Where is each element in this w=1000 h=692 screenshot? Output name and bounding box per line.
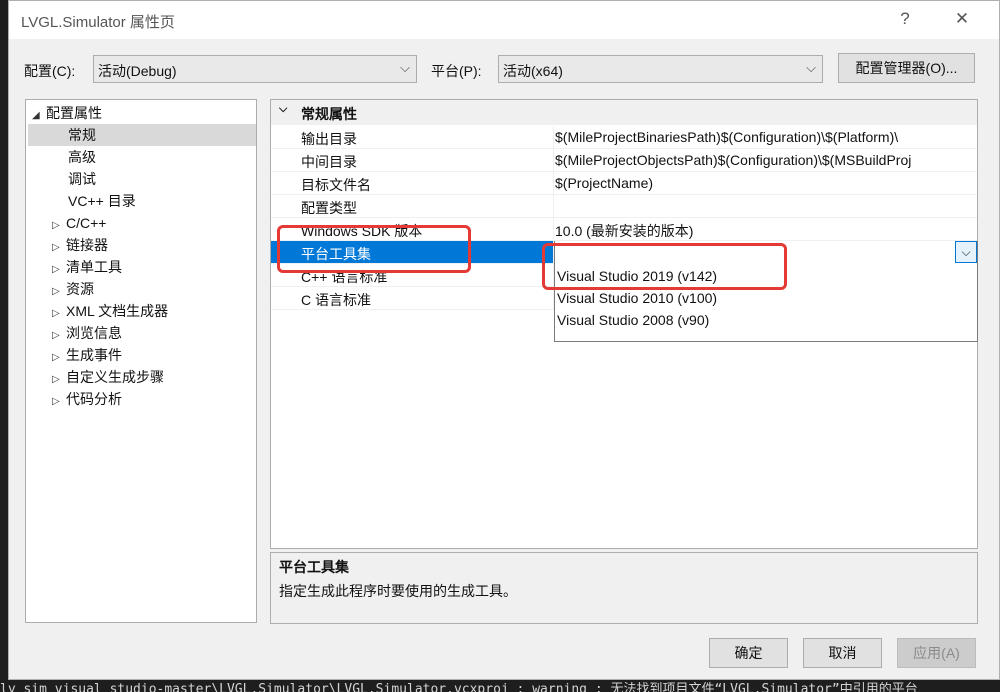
tree-item-label: C/C++ <box>66 215 107 231</box>
title-bar: LVGL.Simulator 属性页 ? ✕ <box>9 1 999 39</box>
category-header[interactable]: ⌵ 常规属性 <box>271 100 977 125</box>
dropdown-option[interactable]: Visual Studio 2010 (v100) <box>557 290 717 306</box>
config-select-value: 活动(Debug) <box>98 63 177 79</box>
property-name: C 语言标准 <box>301 292 371 308</box>
property-value[interactable]: $(ProjectName) <box>555 175 653 191</box>
platform-select-value: 活动(x64) <box>503 63 563 79</box>
tree-item-label: 高级 <box>68 149 96 165</box>
tree-item-label: 资源 <box>66 281 94 297</box>
property-pages-dialog: LVGL.Simulator 属性页 ? ✕ 配置(C): 活动(Debug) … <box>8 0 1000 680</box>
dropdown-option[interactable]: Visual Studio 2008 (v90) <box>557 312 709 328</box>
ok-button[interactable]: 确定 <box>709 638 788 668</box>
property-row[interactable]: 输出目录 $(MileProjectBinariesPath)$(Configur… <box>271 126 977 149</box>
tree-item-label: 常规 <box>68 127 96 143</box>
tree-item-label: 生成事件 <box>66 347 122 363</box>
chevron-down-icon: ⌵ <box>400 60 410 75</box>
tree-item[interactable]: ▷ 生成事件 <box>52 344 122 366</box>
description-title: 平台工具集 <box>279 559 349 575</box>
config-manager-button[interactable]: 配置管理器(O)... <box>838 53 975 83</box>
property-value[interactable]: $(MileProjectBinariesPath)$(Configuratio… <box>555 129 898 145</box>
property-value[interactable]: 10.0 (最新安装的版本) <box>555 221 693 241</box>
tree-item-label: XML 文档生成器 <box>66 303 169 319</box>
console-line: ly sim visual studio-master\LVGL.Simulat… <box>0 682 918 692</box>
tree-root[interactable]: ◢ 配置属性 <box>32 102 102 124</box>
description-panel: 平台工具集 指定生成此程序时要使用的生成工具。 <box>270 552 978 624</box>
category-label: 常规属性 <box>301 106 357 122</box>
tree-item[interactable]: ▷ 资源 <box>52 278 94 300</box>
cancel-button[interactable]: 取消 <box>803 638 882 668</box>
tree-item[interactable]: ▷ C/C++ <box>52 212 106 234</box>
tree-item[interactable]: ▷ 代码分析 <box>52 388 122 410</box>
property-row[interactable]: 中间目录 $(MileProjectObjectsPath)$(Configura… <box>271 149 977 172</box>
chevron-down-icon[interactable]: ⌵ <box>279 103 287 116</box>
column-divider <box>553 195 554 218</box>
description-text: 指定生成此程序时要使用的生成工具。 <box>279 583 517 599</box>
tree-item-label: 链接器 <box>66 237 108 253</box>
column-divider <box>553 149 554 172</box>
tree-item[interactable]: ▷ 清单工具 <box>52 256 122 278</box>
window-title: LVGL.Simulator 属性页 <box>21 14 175 31</box>
tree-item[interactable]: ▷ 自定义生成步骤 <box>52 366 164 388</box>
column-divider <box>553 218 554 241</box>
config-select[interactable]: 活动(Debug) ⌵ <box>93 55 417 83</box>
platform-label: 平台(P): <box>431 63 482 79</box>
close-icon[interactable]: ✕ <box>950 9 974 29</box>
config-label: 配置(C): <box>24 63 76 79</box>
tree-item-label: 自定义生成步骤 <box>66 369 164 385</box>
apply-button[interactable]: 应用(A) <box>897 638 976 668</box>
property-name: 配置类型 <box>301 200 357 216</box>
tree-item-label: 代码分析 <box>66 391 122 407</box>
platform-select[interactable]: 活动(x64) ⌵ <box>498 55 823 83</box>
tree-item[interactable]: 常规 <box>28 124 256 146</box>
column-divider <box>553 126 554 149</box>
tree-root-label: 配置属性 <box>46 105 102 121</box>
tree-item-label: 浏览信息 <box>66 325 122 341</box>
property-row[interactable]: 配置类型 <box>271 195 977 218</box>
tree-item[interactable]: ▷ 链接器 <box>52 234 108 256</box>
property-name: 输出目录 <box>301 131 357 147</box>
column-divider <box>553 172 554 195</box>
tree-item-label: 调试 <box>68 171 96 187</box>
property-tree[interactable]: ◢ 配置属性 常规 高级 调试 VC++ 目录 ▷ C/C++ ▷ 链接器 ▷ 清单工具 ▷ 资源 ▷ XM… <box>25 99 257 623</box>
tree-item[interactable]: VC++ 目录 <box>68 190 136 212</box>
tree-item-label: 清单工具 <box>66 259 122 275</box>
property-row[interactable]: 目标文件名 $(ProjectName) <box>271 172 977 195</box>
property-name: 中间目录 <box>301 154 357 170</box>
chevron-down-icon: ⌵ <box>806 60 816 75</box>
help-icon[interactable]: ? <box>893 9 917 29</box>
expand-icon[interactable]: ▷ <box>52 391 66 413</box>
tree-item[interactable]: 高级 <box>68 146 96 168</box>
chevron-down-icon[interactable]: ⌵ <box>955 241 977 263</box>
tree-item-label: VC++ 目录 <box>68 193 136 209</box>
property-name: 目标文件名 <box>301 177 371 193</box>
annotation-box-toolset <box>277 225 471 273</box>
property-value[interactable]: $(MileProjectObjectsPath)$(Configuration… <box>555 152 911 168</box>
tree-item[interactable]: 调试 <box>68 168 96 190</box>
tree-item[interactable]: ▷ XML 文档生成器 <box>52 300 168 322</box>
annotation-box-v142 <box>542 243 787 290</box>
output-console: ly sim visual studio-master\LVGL.Simulat… <box>0 682 1000 692</box>
tree-item[interactable]: ▷ 浏览信息 <box>52 322 122 344</box>
